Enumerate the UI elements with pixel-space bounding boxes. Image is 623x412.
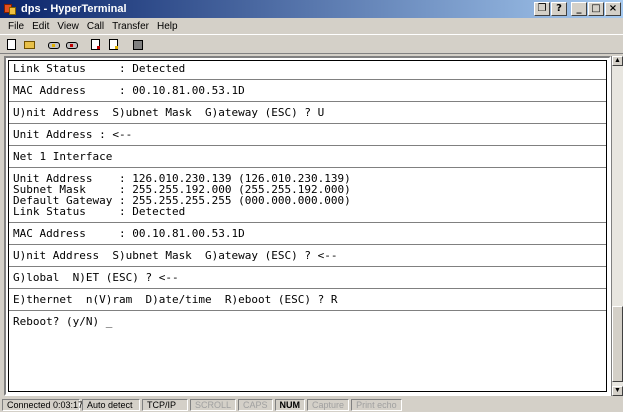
status-caps: CAPS (238, 399, 273, 411)
minimize-button[interactable]: _ (571, 2, 587, 16)
new-connection-icon[interactable] (3, 36, 20, 52)
menu-edit[interactable]: Edit (28, 21, 53, 32)
call-icon[interactable] (45, 36, 62, 52)
toolbar (0, 34, 623, 54)
terminal-line: U)nit Address S)ubnet Mask G)ateway (ESC… (13, 249, 338, 262)
terminal-line: G)lobal N)ET (ESC) ? <-- (13, 271, 179, 284)
hyperterminal-app-icon[interactable] (3, 2, 17, 16)
scroll-down-icon[interactable]: ▼ (612, 386, 623, 396)
menu-call[interactable]: Call (83, 21, 108, 32)
terminal-separator (9, 167, 606, 168)
menu-bar: File Edit View Call Transfer Help (0, 18, 623, 34)
receive-icon[interactable] (105, 36, 122, 52)
menu-file[interactable]: File (4, 21, 28, 32)
terminal-line: Link Status : Detected (13, 205, 186, 218)
status-print-echo: Print echo (351, 399, 402, 411)
terminal-separator (9, 79, 606, 80)
menu-transfer[interactable]: Transfer (108, 21, 153, 32)
menu-view[interactable]: View (53, 21, 83, 32)
status-connected: Connected 0:03:17 (2, 399, 83, 411)
send-icon[interactable] (87, 36, 104, 52)
terminal-line: Reboot? (y/N) _ (13, 315, 113, 328)
terminal-separator (9, 310, 606, 311)
maximize-button[interactable]: □ (588, 2, 604, 16)
vertical-scrollbar[interactable]: ▲ ▼ (611, 56, 623, 396)
terminal-separator (9, 101, 606, 102)
terminal-line: E)thernet n(V)ram D)ate/time R)eboot (ES… (13, 293, 338, 306)
terminal-line: Unit Address : <-- (13, 128, 133, 141)
terminal-separator (9, 244, 606, 245)
window-title: dps - HyperTerminal (21, 3, 127, 15)
terminal-separator (9, 222, 606, 223)
disconnect-icon[interactable] (63, 36, 80, 52)
terminal-line: Link Status : Detected (13, 62, 186, 75)
status-protocol: TCP/IP (142, 399, 188, 411)
open-icon[interactable] (21, 36, 38, 52)
close-button[interactable]: × (605, 2, 621, 16)
terminal-separator (9, 288, 606, 289)
scroll-up-icon[interactable]: ▲ (612, 56, 623, 66)
scroll-thumb[interactable] (612, 306, 623, 382)
properties-icon[interactable] (129, 36, 146, 52)
terminal-separator (9, 145, 606, 146)
terminal-line: MAC Address : 00.10.81.00.53.1D (13, 227, 245, 240)
title-bar[interactable]: dps - HyperTerminal ❐ ? _ □ × (0, 0, 623, 18)
terminal-line: Net 1 Interface (13, 150, 113, 163)
restore-icon[interactable]: ❐ (534, 2, 550, 16)
status-num: NUM (274, 399, 306, 411)
terminal-frame: Link Status : Detected MAC Address : 00.1… (4, 56, 611, 396)
terminal-line: MAC Address : 00.10.81.00.53.1D (13, 84, 245, 97)
terminal-screen[interactable]: Link Status : Detected MAC Address : 00.1… (8, 60, 607, 392)
terminal-separator (9, 123, 606, 124)
terminal-line: U)nit Address S)ubnet Mask G)ateway (ESC… (13, 106, 325, 119)
menu-help[interactable]: Help (153, 21, 182, 32)
status-scroll: SCROLL (190, 399, 237, 411)
terminal-separator (9, 266, 606, 267)
help-icon[interactable]: ? (551, 2, 567, 16)
status-capture: Capture (307, 399, 350, 411)
status-bar: Connected 0:03:17 Auto detect TCP/IP SCR… (0, 398, 623, 412)
status-detect: Auto detect (82, 399, 140, 411)
